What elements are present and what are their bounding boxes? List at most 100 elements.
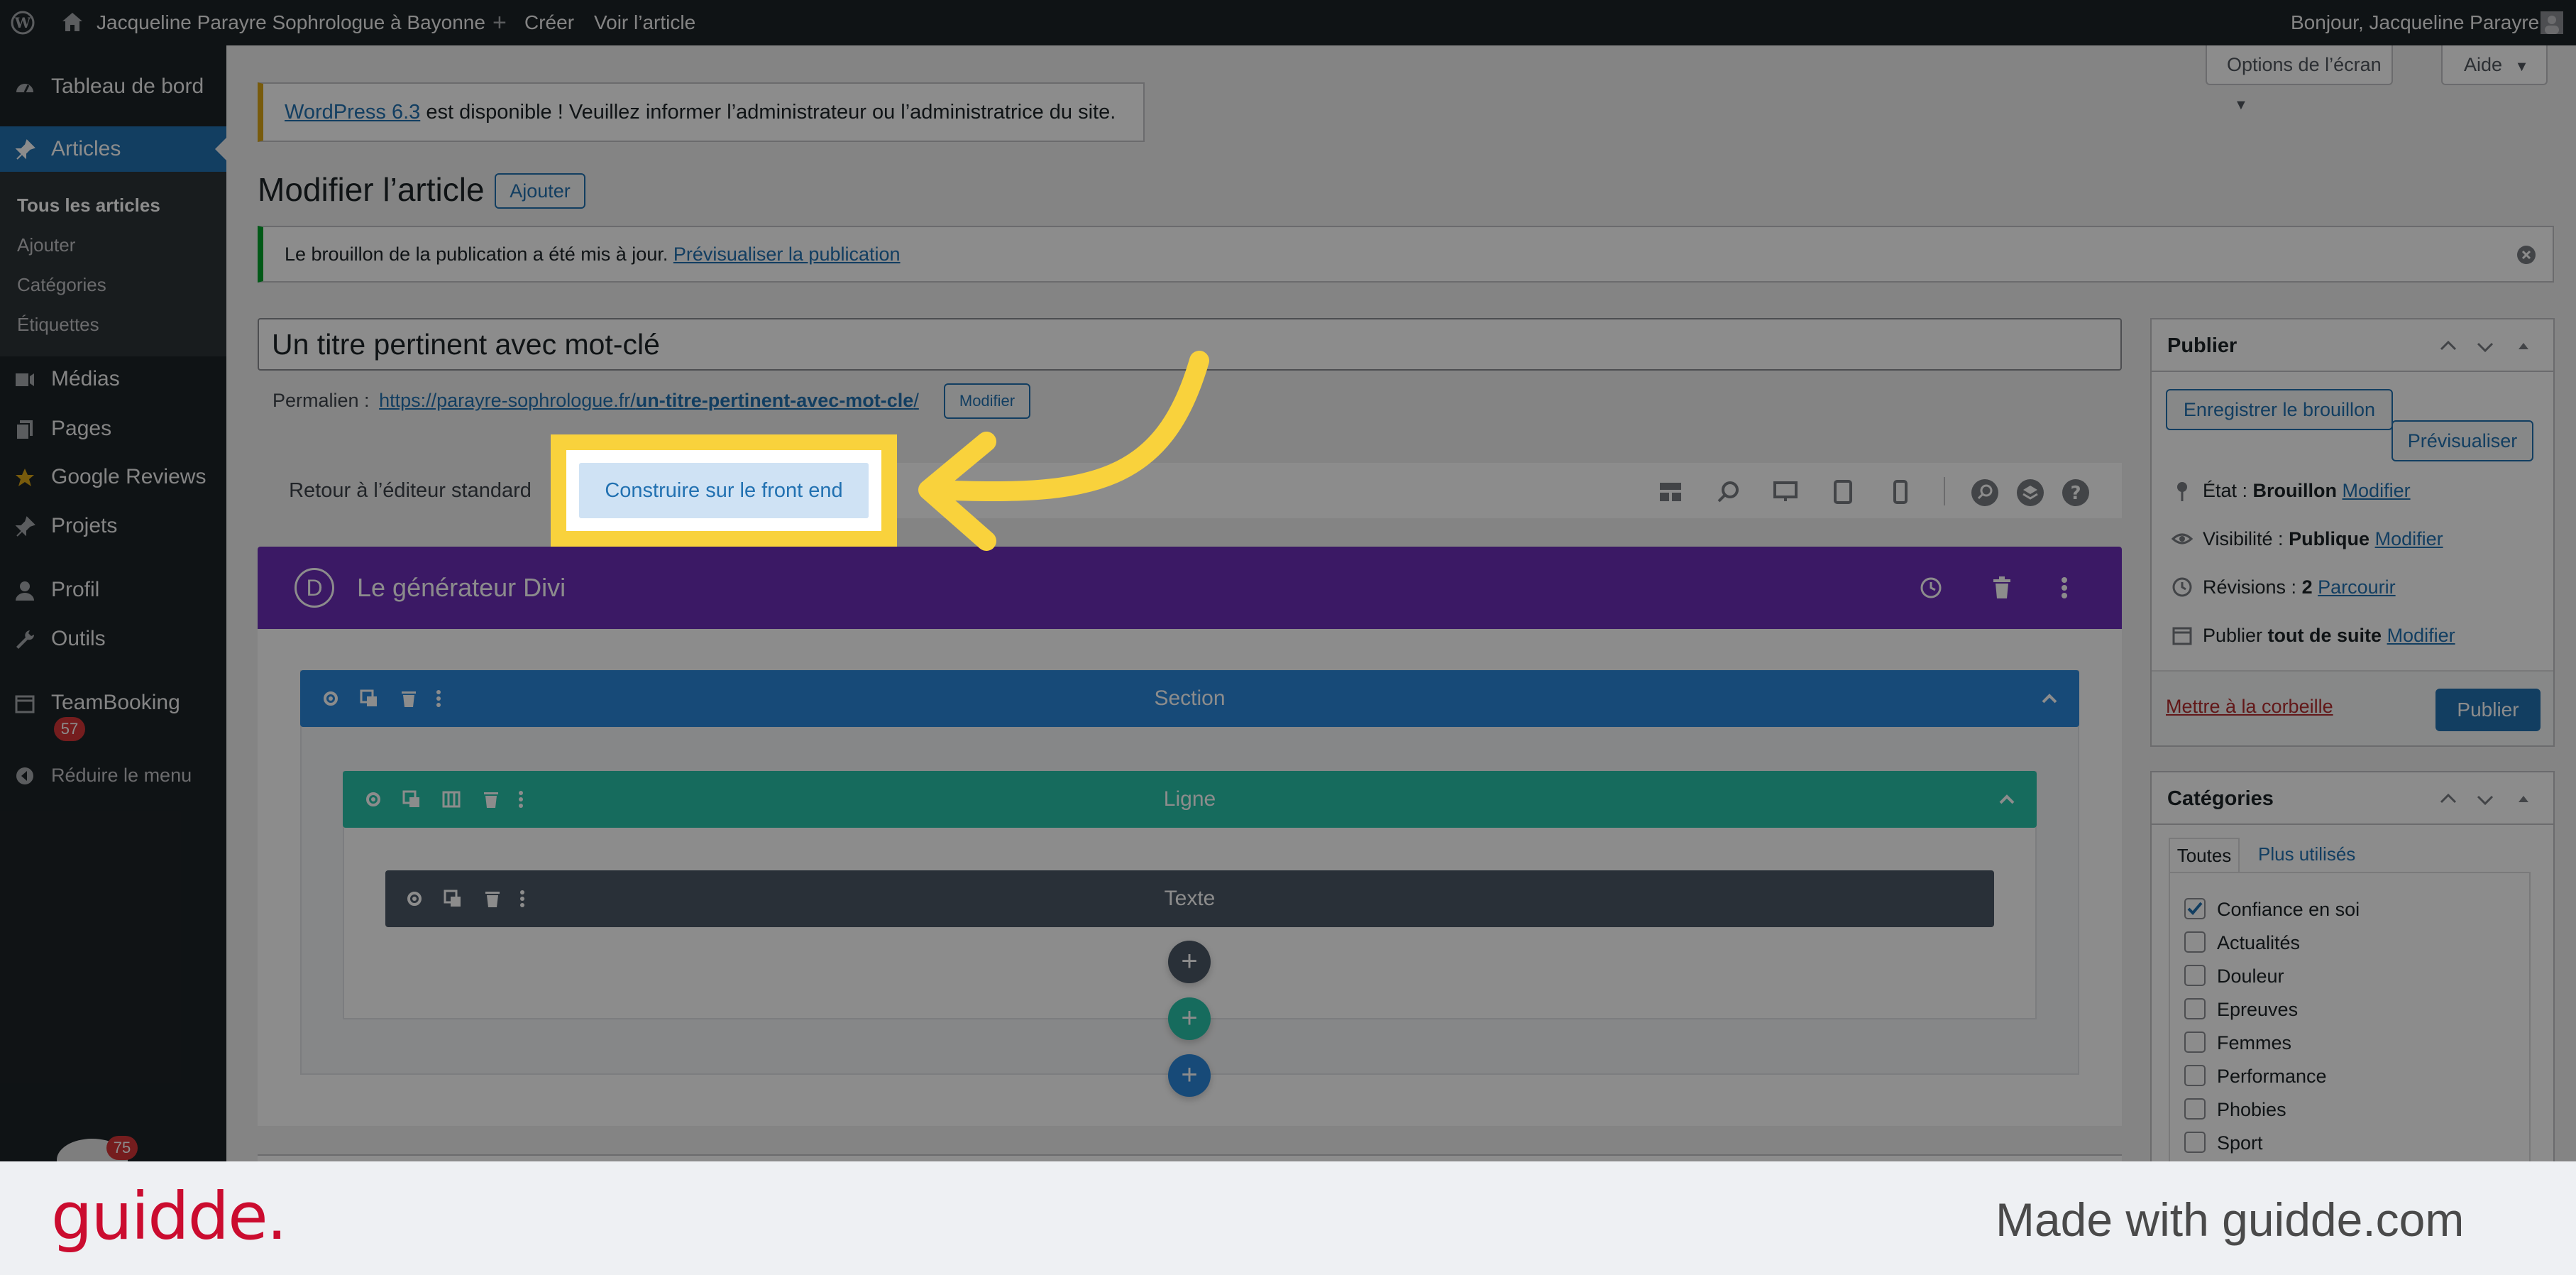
collapse-menu-button[interactable]: Réduire le menu [0, 753, 226, 798]
greeting-link[interactable]: Bonjour, Jacqueline Parayre [2291, 0, 2539, 45]
chevron-up-icon[interactable] [2438, 789, 2458, 809]
tab-all-categories[interactable]: Toutes [2169, 838, 2240, 873]
add-module-button[interactable]: + [1168, 941, 1211, 983]
checkbox-actualites[interactable] [2184, 931, 2206, 953]
menu-item-outils[interactable]: Outils [0, 616, 226, 662]
chevron-up-icon[interactable] [2438, 336, 2458, 356]
checkbox-femmes[interactable] [2184, 1032, 2206, 1053]
dashboard-icon [16, 84, 33, 93]
publish-date-modify-link[interactable]: Modifier [2387, 625, 2455, 646]
checkbox-confiance-en-soi[interactable] [2184, 898, 2206, 919]
checkbox-douleur[interactable] [2184, 965, 2206, 986]
duplicate-icon[interactable] [444, 890, 462, 908]
more-options-icon[interactable] [2060, 576, 2069, 599]
settings-icon[interactable] [364, 790, 382, 809]
trash-icon[interactable] [483, 890, 502, 908]
visibility-modify-link[interactable]: Modifier [2375, 528, 2443, 549]
submenu-tags[interactable]: Étiquettes [17, 314, 99, 336]
more-options-icon[interactable] [435, 689, 442, 708]
more-options-icon[interactable] [517, 790, 524, 809]
status-modify-link[interactable]: Modifier [2343, 480, 2411, 501]
menu-item-profil[interactable]: Profil [0, 567, 226, 613]
duplicate-icon[interactable] [402, 790, 421, 809]
add-new-button[interactable]: Ajouter [495, 173, 585, 209]
desktop-view-icon[interactable] [1773, 481, 1798, 503]
phone-view-icon[interactable] [1893, 480, 1908, 504]
view-article-link[interactable]: Voir l’article [594, 0, 695, 45]
add-section-button[interactable]: + [1168, 1054, 1211, 1097]
zoom-icon[interactable] [1717, 480, 1741, 504]
checkbox-phobies[interactable] [2184, 1098, 2206, 1120]
user-avatar[interactable] [2541, 11, 2563, 34]
back-to-standard-editor-button[interactable]: Retour à l’éditeur standard [258, 463, 563, 518]
settings-icon[interactable] [321, 689, 340, 708]
history-icon[interactable] [1920, 576, 1942, 599]
add-row-button[interactable]: + [1168, 997, 1211, 1040]
publish-button[interactable]: Publier [2435, 689, 2541, 731]
status-row: État : Brouillon Modifier [2177, 480, 2411, 502]
tab-most-used[interactable]: Plus utilisés [2258, 838, 2355, 873]
menu-item-medias[interactable]: Médias [0, 356, 226, 402]
create-link[interactable]: Créer [524, 0, 574, 45]
trash-icon[interactable] [400, 689, 418, 708]
chevron-down-icon[interactable] [2475, 336, 2495, 356]
update-link[interactable]: WordPress 6.3 [285, 101, 420, 124]
preview-button[interactable]: Prévisualiser [2391, 420, 2533, 461]
chevron-up-icon[interactable] [1998, 790, 2016, 809]
submenu-add[interactable]: Ajouter [17, 234, 75, 256]
revisions-row: Révisions : 2 Parcourir [2172, 576, 2396, 598]
menu-item-pages[interactable]: Pages [0, 406, 226, 452]
chevron-down-icon[interactable] [2475, 789, 2495, 809]
trash-icon[interactable] [1992, 576, 2012, 599]
site-name-link[interactable]: Jacqueline Parayre Sophrologue à Bayonne [97, 0, 485, 45]
menu-label-collapse: Réduire le menu [51, 765, 192, 786]
section-bar[interactable]: Section [300, 670, 2079, 727]
caret-down-icon: ▼ [2514, 59, 2529, 75]
guidde-footer: guidde. Made with guidde.com [0, 1161, 2576, 1275]
trash-icon[interactable] [482, 790, 500, 809]
dismiss-icon[interactable] [2516, 244, 2537, 266]
status-label: État : [2203, 480, 2253, 501]
menu-item-projets[interactable]: Projets [0, 503, 226, 549]
svg-text:?: ? [2070, 483, 2081, 504]
move-to-trash-link[interactable]: Mettre à la corbeille [2166, 696, 2333, 718]
preview-publication-link[interactable]: Prévisualiser la publication [673, 243, 901, 265]
layers-icon[interactable] [2016, 478, 2044, 507]
plus-icon: + [492, 9, 507, 36]
wordpress-logo-icon[interactable]: W [10, 10, 35, 35]
category-label: Epreuves [2217, 999, 2299, 1020]
revisions-browse-link[interactable]: Parcourir [2318, 576, 2396, 598]
articles-submenu: Tous les articles Ajouter Catégories Éti… [0, 172, 226, 356]
chevron-up-icon[interactable] [2040, 689, 2059, 708]
columns-icon[interactable] [442, 790, 461, 809]
build-on-frontend-button[interactable]: Construire sur le front end [579, 463, 869, 518]
screen-options-button[interactable]: Options de l’écran ▼ [2206, 45, 2393, 113]
submenu-categories[interactable]: Catégories [17, 274, 106, 296]
highlight-frame: Construire sur le front end [551, 434, 897, 547]
menu-item-google-reviews[interactable]: Google Reviews [0, 454, 226, 500]
text-module-bar[interactable]: Texte [385, 870, 1994, 927]
search-icon[interactable] [1971, 478, 1999, 507]
tablet-view-icon[interactable] [1833, 480, 1853, 504]
visibility-label: Visibilité : [2203, 528, 2289, 549]
help-button[interactable]: Aide ▼ [2441, 45, 2548, 85]
permalink-link[interactable]: https://parayre-sophrologue.fr/un-titre-… [379, 390, 919, 411]
caret-up-icon[interactable] [2514, 336, 2533, 356]
duplicate-icon[interactable] [360, 689, 378, 708]
save-draft-button[interactable]: Enregistrer le brouillon [2166, 389, 2393, 430]
more-options-icon[interactable] [519, 890, 526, 908]
menu-item-dashboard[interactable]: Tableau de bord [0, 64, 226, 109]
media-icon [16, 373, 34, 386]
caret-up-icon[interactable] [2514, 789, 2533, 809]
row-bar[interactable]: Ligne [343, 771, 2037, 828]
menu-item-articles[interactable]: Articles [0, 126, 226, 172]
menu-item-teambooking[interactable]: TeamBooking [0, 680, 226, 726]
checkbox-sport[interactable] [2184, 1132, 2206, 1153]
next-metabox-edge [258, 1154, 2122, 1161]
help-icon[interactable]: ? [2062, 478, 2090, 507]
checkbox-performance[interactable] [2184, 1065, 2206, 1086]
checkbox-epreuves[interactable] [2184, 998, 2206, 1019]
settings-icon[interactable] [405, 890, 424, 908]
submenu-all-articles[interactable]: Tous les articles [17, 195, 160, 217]
wireframe-view-icon[interactable] [1658, 481, 1683, 503]
